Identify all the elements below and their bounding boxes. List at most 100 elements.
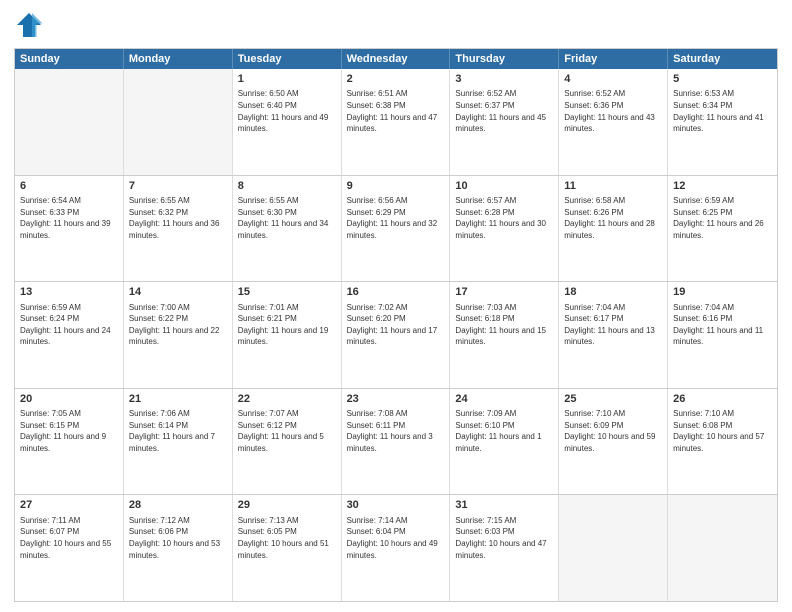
cell-info: Sunrise: 7:04 AM Sunset: 6:17 PM Dayligh… (564, 302, 662, 348)
cell-info: Sunrise: 7:02 AM Sunset: 6:20 PM Dayligh… (347, 302, 445, 348)
cell-info: Sunrise: 6:51 AM Sunset: 6:38 PM Dayligh… (347, 88, 445, 134)
day-number: 10 (455, 179, 553, 194)
calendar-row-1: 1Sunrise: 6:50 AM Sunset: 6:40 PM Daylig… (15, 69, 777, 175)
cal-cell: 7Sunrise: 6:55 AM Sunset: 6:32 PM Daylig… (124, 176, 233, 282)
day-number: 3 (455, 72, 553, 87)
cell-info: Sunrise: 7:06 AM Sunset: 6:14 PM Dayligh… (129, 408, 227, 454)
cell-info: Sunrise: 7:07 AM Sunset: 6:12 PM Dayligh… (238, 408, 336, 454)
cal-cell: 16 Sunrise: 7:02 AM Sunset: 6:20 PM Dayli… (342, 282, 451, 388)
cell-info: Sunrise: 6:53 AM Sunset: 6:34 PM Dayligh… (673, 88, 772, 134)
cal-cell: 31 Sunrise: 7:15 AM Sunset: 6:03 PM Dayli… (450, 495, 559, 601)
cal-cell: 4Sunrise: 6:52 AM Sunset: 6:36 PM Daylig… (559, 69, 668, 175)
cell-info: Sunrise: 7:10 AM Sunset: 6:08 PM Dayligh… (673, 408, 772, 454)
day-number: 23 (347, 392, 445, 407)
cell-info: Sunrise: 7:05 AM Sunset: 6:15 PM Dayligh… (20, 408, 118, 454)
header-day-friday: Friday (559, 49, 668, 69)
header-day-sunday: Sunday (15, 49, 124, 69)
page: SundayMondayTuesdayWednesdayThursdayFrid… (0, 0, 792, 612)
cal-cell: 29 Sunrise: 7:13 AM Sunset: 6:05 PM Dayli… (233, 495, 342, 601)
cell-info: Sunrise: 6:59 AM Sunset: 6:25 PM Dayligh… (673, 195, 772, 241)
cal-cell: 9Sunrise: 6:56 AM Sunset: 6:29 PM Daylig… (342, 176, 451, 282)
cal-cell: 15 Sunrise: 7:01 AM Sunset: 6:21 PM Dayli… (233, 282, 342, 388)
header-day-thursday: Thursday (450, 49, 559, 69)
cal-cell: 28 Sunrise: 7:12 AM Sunset: 6:06 PM Dayli… (124, 495, 233, 601)
cell-info: Sunrise: 7:04 AM Sunset: 6:16 PM Dayligh… (673, 302, 772, 348)
cal-cell: 3Sunrise: 6:52 AM Sunset: 6:37 PM Daylig… (450, 69, 559, 175)
day-number: 26 (673, 392, 772, 407)
day-number: 25 (564, 392, 662, 407)
cal-cell: 24Sunrise: 7:09 AM Sunset: 6:10 PM Dayli… (450, 389, 559, 495)
calendar-row-4: 20Sunrise: 7:05 AM Sunset: 6:15 PM Dayli… (15, 388, 777, 495)
day-number: 6 (20, 179, 118, 194)
logo (14, 10, 48, 40)
cell-info: Sunrise: 6:50 AM Sunset: 6:40 PM Dayligh… (238, 88, 336, 134)
cal-cell: 11Sunrise: 6:58 AM Sunset: 6:26 PM Dayli… (559, 176, 668, 282)
day-number: 31 (455, 498, 553, 513)
day-number: 28 (129, 498, 227, 513)
day-number: 20 (20, 392, 118, 407)
day-number: 22 (238, 392, 336, 407)
cal-cell: 13 Sunrise: 6:59 AM Sunset: 6:24 PM Dayli… (15, 282, 124, 388)
day-number: 30 (347, 498, 445, 513)
cal-cell: 8Sunrise: 6:55 AM Sunset: 6:30 PM Daylig… (233, 176, 342, 282)
cell-info: Sunrise: 6:59 AM Sunset: 6:24 PM Dayligh… (20, 302, 118, 348)
header-day-wednesday: Wednesday (342, 49, 451, 69)
day-number: 7 (129, 179, 227, 194)
calendar: SundayMondayTuesdayWednesdayThursdayFrid… (14, 48, 778, 602)
cal-cell (124, 69, 233, 175)
day-number: 1 (238, 72, 336, 87)
cal-cell: 1Sunrise: 6:50 AM Sunset: 6:40 PM Daylig… (233, 69, 342, 175)
cal-cell: 23Sunrise: 7:08 AM Sunset: 6:11 PM Dayli… (342, 389, 451, 495)
day-number: 14 (129, 285, 227, 300)
cell-info: Sunrise: 7:11 AM Sunset: 6:07 PM Dayligh… (20, 515, 118, 561)
cell-info: Sunrise: 6:58 AM Sunset: 6:26 PM Dayligh… (564, 195, 662, 241)
day-number: 5 (673, 72, 772, 87)
header-day-tuesday: Tuesday (233, 49, 342, 69)
calendar-body: 1Sunrise: 6:50 AM Sunset: 6:40 PM Daylig… (15, 69, 777, 601)
cal-cell (668, 495, 777, 601)
cell-info: Sunrise: 6:52 AM Sunset: 6:37 PM Dayligh… (455, 88, 553, 134)
day-number: 27 (20, 498, 118, 513)
cal-cell: 17Sunrise: 7:03 AM Sunset: 6:18 PM Dayli… (450, 282, 559, 388)
cal-cell: 2Sunrise: 6:51 AM Sunset: 6:38 PM Daylig… (342, 69, 451, 175)
day-number: 16 (347, 285, 445, 300)
cal-cell: 27 Sunrise: 7:11 AM Sunset: 6:07 PM Dayli… (15, 495, 124, 601)
header (14, 10, 778, 40)
calendar-row-5: 27 Sunrise: 7:11 AM Sunset: 6:07 PM Dayli… (15, 494, 777, 601)
cell-info: Sunrise: 7:00 AM Sunset: 6:22 PM Dayligh… (129, 302, 227, 348)
cal-cell: 22Sunrise: 7:07 AM Sunset: 6:12 PM Dayli… (233, 389, 342, 495)
day-number: 4 (564, 72, 662, 87)
day-number: 2 (347, 72, 445, 87)
calendar-header: SundayMondayTuesdayWednesdayThursdayFrid… (15, 49, 777, 69)
day-number: 29 (238, 498, 336, 513)
header-day-monday: Monday (124, 49, 233, 69)
cal-cell (15, 69, 124, 175)
cell-info: Sunrise: 7:08 AM Sunset: 6:11 PM Dayligh… (347, 408, 445, 454)
day-number: 19 (673, 285, 772, 300)
cell-info: Sunrise: 6:57 AM Sunset: 6:28 PM Dayligh… (455, 195, 553, 241)
day-number: 15 (238, 285, 336, 300)
cell-info: Sunrise: 7:01 AM Sunset: 6:21 PM Dayligh… (238, 302, 336, 348)
cell-info: Sunrise: 7:09 AM Sunset: 6:10 PM Dayligh… (455, 408, 553, 454)
cell-info: Sunrise: 6:52 AM Sunset: 6:36 PM Dayligh… (564, 88, 662, 134)
header-day-saturday: Saturday (668, 49, 777, 69)
cal-cell: 20Sunrise: 7:05 AM Sunset: 6:15 PM Dayli… (15, 389, 124, 495)
day-number: 9 (347, 179, 445, 194)
day-number: 21 (129, 392, 227, 407)
day-number: 12 (673, 179, 772, 194)
cal-cell: 12Sunrise: 6:59 AM Sunset: 6:25 PM Dayli… (668, 176, 777, 282)
logo-icon (14, 10, 44, 40)
calendar-row-2: 6Sunrise: 6:54 AM Sunset: 6:33 PM Daylig… (15, 175, 777, 282)
day-number: 11 (564, 179, 662, 194)
cell-info: Sunrise: 7:12 AM Sunset: 6:06 PM Dayligh… (129, 515, 227, 561)
cell-info: Sunrise: 6:56 AM Sunset: 6:29 PM Dayligh… (347, 195, 445, 241)
day-number: 24 (455, 392, 553, 407)
calendar-row-3: 13 Sunrise: 6:59 AM Sunset: 6:24 PM Dayli… (15, 281, 777, 388)
cell-info: Sunrise: 6:55 AM Sunset: 6:30 PM Dayligh… (238, 195, 336, 241)
cell-info: Sunrise: 7:13 AM Sunset: 6:05 PM Dayligh… (238, 515, 336, 561)
cal-cell: 30Sunrise: 7:14 AM Sunset: 6:04 PM Dayli… (342, 495, 451, 601)
cell-info: Sunrise: 7:15 AM Sunset: 6:03 PM Dayligh… (455, 515, 553, 561)
day-number: 18 (564, 285, 662, 300)
cell-info: Sunrise: 6:54 AM Sunset: 6:33 PM Dayligh… (20, 195, 118, 241)
day-number: 13 (20, 285, 118, 300)
